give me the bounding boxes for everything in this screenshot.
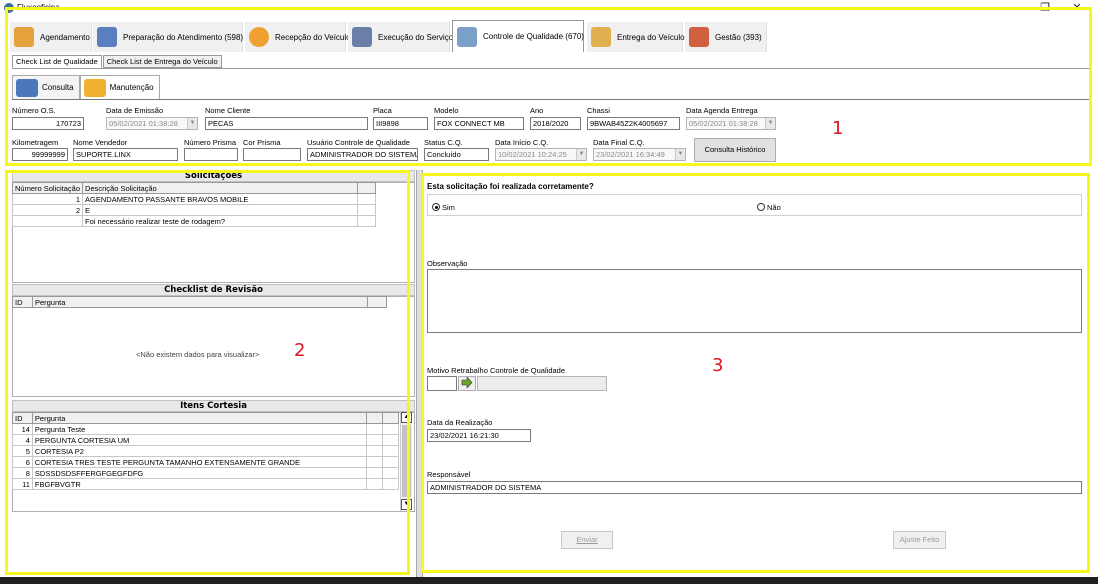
annotation-number-2: 2 — [294, 340, 306, 361]
highlight-region-3 — [421, 173, 1090, 573]
highlight-region-1 — [5, 7, 1092, 166]
highlight-region-2 — [5, 170, 410, 575]
taskbar — [0, 577, 1098, 584]
annotation-number-3: 3 — [712, 355, 724, 376]
annotation-number-1: 1 — [832, 118, 844, 139]
